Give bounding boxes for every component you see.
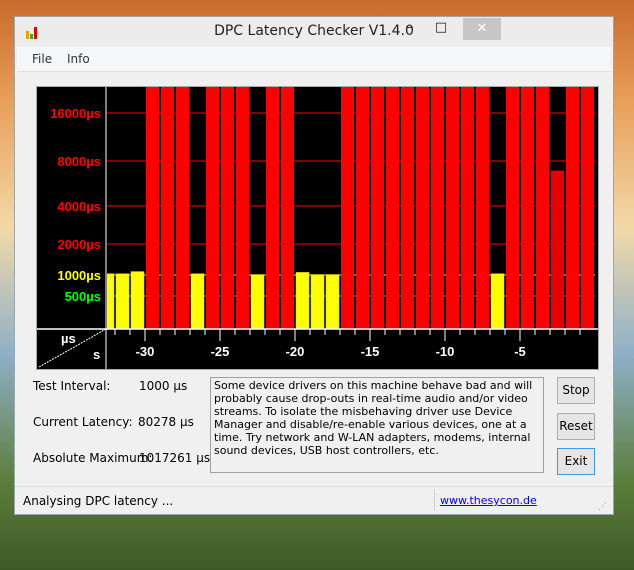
- diagnosis-message: Some device drivers on this machine beha…: [210, 377, 544, 473]
- bar: [176, 87, 189, 329]
- current-latency-value: 80278 µs: [138, 415, 194, 429]
- exit-button[interactable]: Exit: [557, 448, 595, 475]
- bar: [566, 87, 579, 329]
- bar: [371, 87, 384, 329]
- stop-button[interactable]: Stop: [557, 377, 595, 404]
- maximize-button[interactable]: □: [425, 17, 457, 39]
- corner-y-unit: µs: [61, 331, 76, 346]
- close-button[interactable]: ✕: [463, 18, 501, 40]
- bar: [325, 274, 340, 329]
- bar: [115, 273, 130, 329]
- y-tick-label: 8000µs: [57, 154, 101, 169]
- bar: [551, 170, 564, 329]
- bar: [401, 87, 414, 329]
- bar: [146, 87, 159, 329]
- latency-chart-svg: 16000µs 8000µs 4000µs 2000µs 1000µs 500µs -30 -…: [37, 87, 598, 369]
- latency-chart: 16000µs 8000µs 4000µs 2000µs 1000µs 500µs -30 -…: [36, 86, 599, 370]
- bar: [416, 87, 429, 329]
- bar: [250, 274, 265, 329]
- bar: [221, 87, 234, 329]
- status-text: Analysing DPC latency ...: [23, 494, 174, 508]
- y-tick-label: 500µs: [65, 289, 101, 304]
- absolute-maximum-value: 1017261 µs: [139, 451, 211, 465]
- absolute-maximum-label: Absolute Maximum:: [33, 451, 153, 465]
- bar: [161, 87, 174, 329]
- y-tick-label: 16000µs: [50, 106, 101, 121]
- bar: [190, 273, 205, 329]
- menu-bar: File Info: [17, 47, 611, 72]
- y-tick-label: 2000µs: [57, 237, 101, 252]
- status-bar: Analysing DPC latency ... www.thesycon.d…: [15, 486, 613, 515]
- bar: [581, 87, 594, 329]
- bar: [431, 87, 444, 329]
- x-tick-label: -15: [361, 344, 380, 359]
- bar: [476, 87, 489, 329]
- website-link[interactable]: www.thesycon.de: [440, 494, 537, 507]
- menu-info[interactable]: Info: [67, 52, 90, 66]
- title-bar: DPC Latency Checker V1.4.0 – □ ✕: [15, 17, 613, 47]
- bar: [236, 87, 249, 329]
- x-tick-label: -30: [136, 344, 155, 359]
- bar: [536, 87, 549, 329]
- x-tick-label: -10: [436, 344, 455, 359]
- test-interval-value: 1000 µs: [139, 379, 188, 393]
- bar: [356, 87, 369, 329]
- bar: [107, 273, 115, 329]
- bar: [386, 87, 399, 329]
- bar: [281, 87, 294, 329]
- test-interval-label: Test Interval:: [33, 379, 111, 393]
- bar: [295, 272, 310, 329]
- bar: [266, 87, 279, 329]
- reset-button[interactable]: Reset: [557, 413, 595, 440]
- bar: [446, 87, 459, 329]
- bar: [521, 87, 534, 329]
- bars-group: [107, 87, 594, 329]
- x-tick-label: -25: [211, 344, 230, 359]
- x-tick-label: -20: [286, 344, 305, 359]
- current-latency-label: Current Latency:: [33, 415, 133, 429]
- bar: [490, 273, 505, 329]
- bar: [310, 274, 325, 329]
- bar: [206, 87, 219, 329]
- bar: [341, 87, 354, 329]
- resize-grip-icon[interactable]: ⋰: [598, 502, 607, 512]
- y-tick-label: 4000µs: [57, 199, 101, 214]
- corner-x-unit: s: [93, 347, 100, 362]
- status-separator: [434, 489, 435, 511]
- bar: [461, 87, 474, 329]
- minimize-button[interactable]: –: [393, 17, 425, 39]
- app-window: DPC Latency Checker V1.4.0 – □ ✕ File In…: [14, 16, 614, 515]
- menu-file[interactable]: File: [32, 52, 52, 66]
- y-tick-label: 1000µs: [57, 268, 101, 283]
- bar: [130, 271, 145, 329]
- bar: [506, 87, 519, 329]
- x-tick-label: -5: [514, 344, 526, 359]
- window-title: DPC Latency Checker V1.4.0: [214, 23, 414, 39]
